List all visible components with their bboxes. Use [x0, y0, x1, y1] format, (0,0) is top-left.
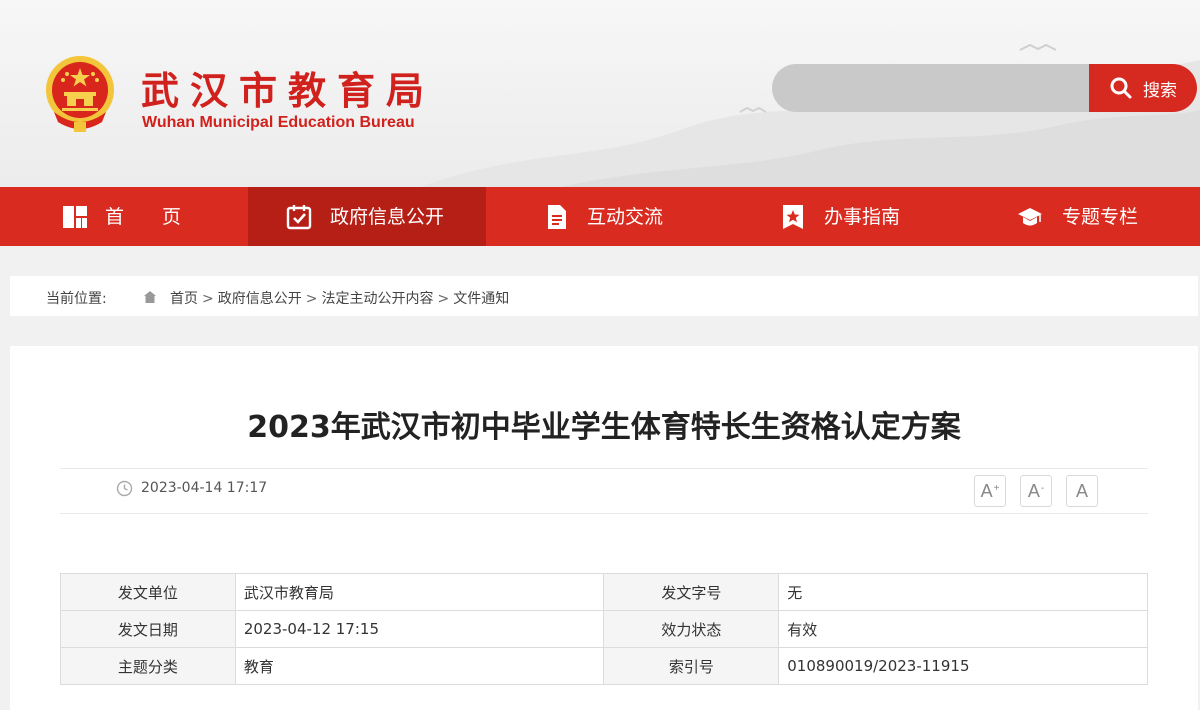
search-icon — [1110, 77, 1132, 99]
font-decrease-label: A — [1027, 480, 1040, 501]
info-value: 010890019/2023-11915 — [778, 647, 1148, 685]
nav-item-label: 办事指南 — [824, 206, 901, 228]
info-key: 索引号 — [603, 647, 780, 685]
home-grid-icon — [63, 206, 87, 228]
search-button[interactable]: 搜索 — [1089, 64, 1197, 112]
nav-item-home[interactable]: 首 页 — [0, 187, 248, 246]
info-key: 主题分类 — [60, 647, 236, 685]
breadcrumb-item-gov-info[interactable]: 政府信息公开 — [218, 291, 302, 307]
breadcrumb-separator: > — [437, 291, 450, 307]
document-info-table: 发文单位 武汉市教育局 发文字号 无 发文日期 2023-04-12 17:15… — [60, 573, 1148, 685]
nav-item-special[interactable]: 专题专栏 — [962, 187, 1200, 246]
info-value: 2023-04-12 17:15 — [234, 610, 605, 648]
font-increase-label: A — [980, 480, 993, 501]
info-value: 教育 — [234, 647, 605, 685]
site-header: 武汉市教育局 Wuhan Municipal Education Bureau … — [0, 0, 1200, 187]
info-value: 无 — [778, 573, 1148, 611]
font-reset-label: A — [1075, 480, 1088, 501]
table-row: 发文单位 武汉市教育局 发文字号 无 — [60, 573, 1148, 611]
nav-item-label: 专题专栏 — [1062, 206, 1139, 228]
info-key: 发文单位 — [60, 573, 236, 611]
article-meta: 2023-04-14 17:17 A + A- A — [60, 468, 1148, 514]
breadcrumb: 当前位置: 首页 > 政府信息公开 > 法定主动公开内容 > 文件通知 — [10, 276, 1198, 316]
info-key: 发文字号 — [603, 573, 780, 611]
nav-item-label: 政府信息公开 — [330, 206, 445, 228]
font-increase-mark: + — [993, 482, 1000, 494]
site-title: 武汉市教育局 — [141, 69, 436, 113]
breadcrumb-separator: > — [202, 291, 214, 307]
article: 2023年武汉市初中毕业学生体育特长生资格认定方案 2023-04-14 17:… — [10, 346, 1198, 710]
breadcrumb-item-notice[interactable]: 文件通知 — [453, 291, 509, 307]
font-reset-button[interactable]: A — [1066, 475, 1098, 507]
breadcrumb-item-statutory[interactable]: 法定主动公开内容 — [321, 291, 433, 307]
graduation-cap-icon — [1018, 208, 1042, 226]
nav-item-label: 首 页 — [105, 206, 182, 228]
breadcrumb-label: 当前位置: — [46, 291, 107, 307]
document-icon — [548, 205, 566, 229]
breadcrumb-trail: 首页 > 政府信息公开 > 法定主动公开内容 > 文件通知 — [170, 288, 509, 308]
publish-time: 2023-04-14 17:17 — [141, 480, 268, 496]
article-title: 2023年武汉市初中毕业学生体育特长生资格认定方案 — [247, 410, 961, 445]
info-value: 武汉市教育局 — [234, 573, 605, 611]
nav-item-gov-info[interactable]: 政府信息公开 — [248, 187, 486, 246]
font-increase-button[interactable]: A + — [974, 475, 1006, 507]
site-subtitle: Wuhan Municipal Education Bureau — [142, 114, 415, 131]
breadcrumb-separator: > — [305, 291, 318, 307]
font-decrease-mark: - — [1040, 482, 1045, 494]
table-row: 发文日期 2023-04-12 17:15 效力状态 有效 — [60, 610, 1148, 648]
calendar-check-icon — [286, 205, 312, 230]
info-key: 发文日期 — [60, 610, 236, 648]
clock-icon — [116, 480, 133, 497]
main-nav: 首 页 政府信息公开 互动交流 办事指南 专题专栏 — [0, 187, 1200, 246]
nav-item-interaction[interactable]: 互动交流 — [486, 187, 724, 246]
nav-item-guide[interactable]: 办事指南 — [724, 187, 962, 246]
breadcrumb-item-home[interactable]: 首页 — [170, 291, 198, 307]
info-key: 效力状态 — [603, 610, 780, 648]
table-row: 主题分类 教育 索引号 010890019/2023-11915 — [60, 647, 1148, 685]
search-button-label: 搜索 — [1143, 80, 1177, 101]
search-input[interactable] — [772, 64, 1090, 112]
font-decrease-button[interactable]: A- — [1020, 475, 1052, 507]
nav-item-label: 互动交流 — [587, 206, 664, 228]
info-value: 有效 — [778, 610, 1148, 648]
bookmark-star-icon — [783, 205, 803, 229]
national-emblem-icon — [46, 56, 114, 132]
home-icon — [144, 291, 156, 303]
